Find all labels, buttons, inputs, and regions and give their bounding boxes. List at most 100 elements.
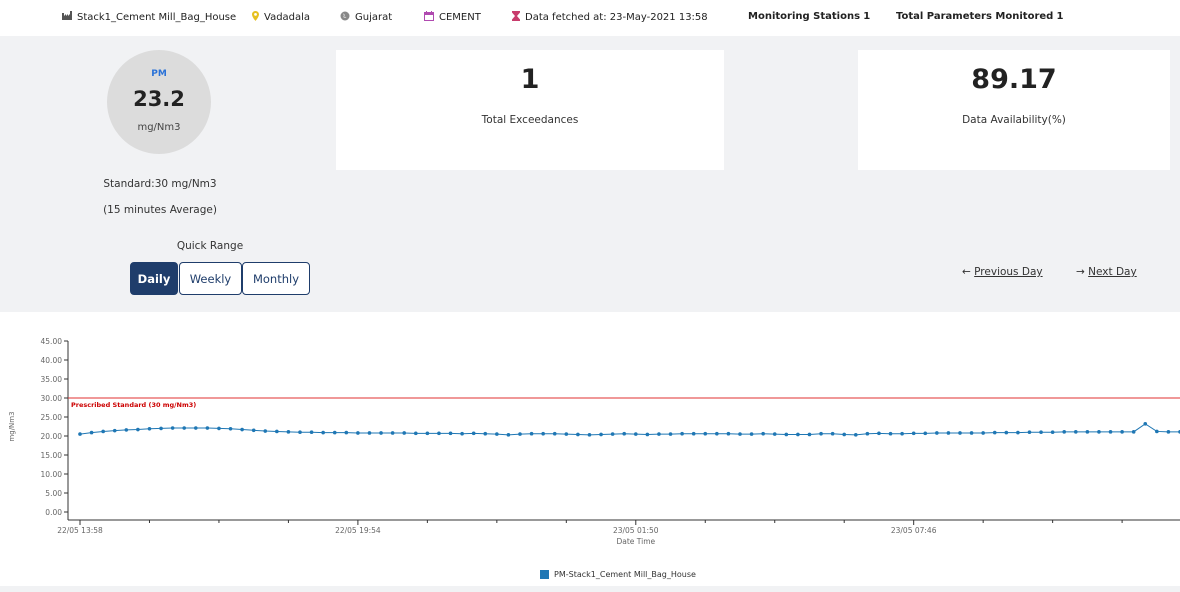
data-point (205, 426, 210, 430)
data-point (112, 428, 117, 433)
average-text: (15 minutes Average) (103, 204, 217, 216)
y-tick-label: 40.00 (41, 356, 63, 365)
data-point (147, 426, 152, 431)
data-point (1073, 430, 1078, 434)
data-point (1131, 430, 1136, 434)
data-point (437, 431, 441, 436)
data-point (645, 432, 650, 437)
x-tick-label: 23/05 07:46 (891, 526, 937, 535)
data-point (715, 431, 719, 436)
data-point (379, 431, 383, 435)
x-tick-label: 22/05 19:54 (335, 526, 381, 535)
arrow-right-icon: → (1076, 266, 1085, 278)
data-point (1108, 430, 1113, 434)
fetched-time: Data fetched at: 23-May-2021 13:58 (525, 12, 708, 23)
data-point (1097, 430, 1101, 434)
data-point (691, 431, 696, 436)
monitoring-stations: Monitoring Stations 1 (748, 11, 870, 22)
data-point (356, 431, 360, 435)
data-point (182, 426, 187, 430)
previous-day-label: Previous Day (974, 266, 1043, 278)
exceedances-label: Total Exceedances (481, 114, 579, 126)
y-tick-label: 15.00 (41, 451, 63, 460)
data-point (89, 430, 94, 435)
data-point (425, 431, 430, 436)
parameter-gauge: PM 23.2 mg/Nm3 (107, 50, 211, 154)
data-point (413, 431, 418, 436)
bottom-strip (0, 586, 1180, 592)
y-tick-label: 45.00 (41, 337, 63, 346)
data-point (529, 431, 534, 436)
pm-chart: 0.00 5.00 10.00 15.00 20.00 25.00 30.00 35.00 40… (0, 318, 1180, 592)
data-point (159, 426, 163, 431)
data-point (726, 431, 731, 436)
data-point (738, 432, 742, 436)
previous-day-link[interactable]: ← Previous Day (962, 266, 1043, 278)
chart-legend[interactable]: PM-Stack1_Cement Mill_Bag_House (540, 570, 696, 579)
monthly-button[interactable]: Monthly (242, 262, 310, 295)
data-point (136, 427, 140, 432)
city-info: Vadadala (252, 11, 310, 24)
data-point (772, 432, 777, 436)
data-point (263, 429, 268, 433)
x-tick-label: 23/05 01:50 (613, 526, 659, 535)
y-tick-label: 35.00 (41, 375, 63, 384)
data-point (1016, 430, 1020, 435)
data-point (888, 431, 893, 436)
data-point (992, 430, 997, 435)
data-point (1166, 430, 1171, 434)
state-name: Gujarat (355, 12, 393, 23)
y-axis-label: mg/Nm3 (8, 411, 16, 441)
data-point (761, 431, 765, 436)
data-point (657, 432, 661, 436)
y-tick-label: 0.00 (45, 508, 62, 517)
data-point (228, 426, 233, 431)
data-point (170, 426, 175, 430)
weekly-button[interactable]: Weekly (179, 262, 242, 295)
data-point (900, 431, 904, 436)
data-point (610, 432, 615, 436)
data-point (969, 431, 974, 435)
city-name: Vadadala (264, 12, 311, 23)
params-value: 1 (1056, 11, 1064, 22)
data-point (784, 432, 789, 437)
daily-button[interactable]: Daily (130, 262, 178, 295)
exceedances-value: 1 (520, 64, 540, 95)
y-tick-label: 25.00 (41, 413, 63, 422)
quick-range-label: Quick Range (176, 240, 244, 252)
availability-label: Data Availability(%) (962, 114, 1066, 126)
availability-card: 89.17 Data Availability(%) (858, 50, 1170, 170)
data-point (1085, 430, 1090, 434)
data-point (599, 432, 603, 437)
data-point (309, 430, 314, 434)
data-point (298, 430, 302, 434)
y-tick-label: 30.00 (41, 394, 63, 403)
data-point (668, 432, 673, 436)
data-point (830, 431, 835, 436)
data-point (471, 431, 476, 436)
data-point (1155, 429, 1159, 434)
data-point (367, 431, 372, 435)
data-point (633, 432, 638, 436)
data-point (402, 431, 407, 435)
params-label: Total Parameters Monitored (896, 11, 1054, 22)
data-point (483, 431, 488, 436)
data-point (564, 432, 569, 436)
next-day-link[interactable]: → Next Day (1076, 266, 1137, 278)
chart-svg: 0.00 5.00 10.00 15.00 20.00 25.00 30.00 35.00 40… (8, 337, 1180, 546)
data-point (587, 433, 592, 437)
data-point (240, 427, 244, 432)
standard-text: Standard:30 mg/Nm3 (103, 178, 217, 190)
data-point (495, 432, 499, 436)
factory-icon (62, 11, 72, 23)
exceedances-card: 1 Total Exceedances (336, 50, 724, 170)
industry-name: CEMENT (439, 12, 481, 23)
x-tick-label: 22/05 13:58 (57, 526, 103, 535)
parameter-value: 23.2 (133, 87, 185, 111)
data-point (541, 431, 545, 436)
station-name: Stack1_Cement Mill_Bag_House (77, 11, 237, 23)
data-point (332, 430, 337, 435)
data-point (911, 431, 916, 436)
monitoring-value: 1 (863, 11, 871, 22)
data-point (703, 431, 708, 436)
